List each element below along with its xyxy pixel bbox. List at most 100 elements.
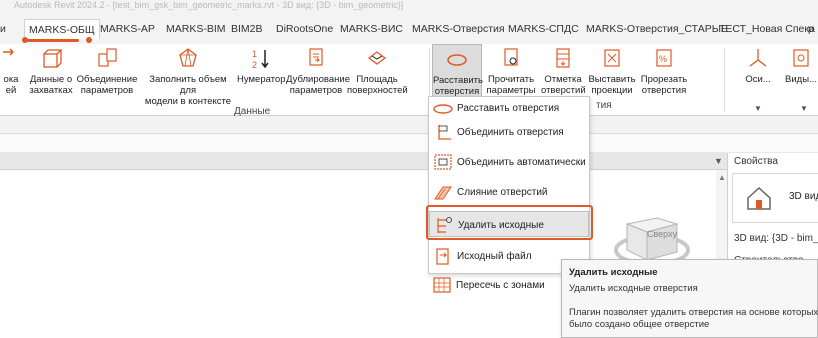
filter-icon[interactable]: ▼ bbox=[714, 156, 723, 166]
menu-item-label: Слияние отверстий bbox=[457, 187, 548, 198]
ellipse-opening-icon bbox=[447, 54, 467, 66]
ribbon-button-label: Заполнить объем для bbox=[149, 74, 227, 96]
highlight-dot-left bbox=[22, 37, 28, 43]
documents-icon bbox=[98, 48, 117, 67]
tab-diroots-one[interactable]: DiRootsOne bbox=[276, 22, 333, 36]
ribbon-button-label: Нумератор bbox=[237, 74, 286, 85]
ribbon-button-partial[interactable]: ока ей bbox=[0, 44, 22, 104]
menu-item-merge-openings[interactable]: Объединить отверстия bbox=[429, 119, 589, 145]
highlight-dot-right bbox=[86, 37, 92, 43]
panel-label-openings: тия bbox=[596, 100, 612, 111]
auto-merge-icon bbox=[434, 154, 452, 170]
properties-title: Свойства bbox=[734, 156, 778, 167]
ribbon-separator bbox=[724, 48, 725, 112]
menu-item-auto-merge[interactable]: Объединить автоматически bbox=[429, 149, 589, 175]
ribbon-button-label: захватках bbox=[29, 85, 73, 96]
ribbon-button-label: Прорезать bbox=[640, 74, 688, 85]
place-openings-menu: Расставить отверстия Объединить отверсти… bbox=[428, 96, 590, 274]
ribbon-button-label: Выставить bbox=[588, 74, 636, 85]
status-bar bbox=[0, 134, 818, 152]
surface-icon bbox=[367, 51, 387, 65]
views-button[interactable]: Виды... bbox=[784, 44, 818, 104]
ribbon-button-label: Дублирование bbox=[286, 74, 350, 85]
tab-marks-otverstiya[interactable]: MARKS-Отверстия bbox=[412, 22, 505, 36]
options-bar bbox=[0, 116, 818, 134]
menu-item-label: Исходный файл bbox=[457, 251, 532, 262]
chevron-down-icon[interactable]: ▼ bbox=[754, 104, 762, 113]
tab-marks-spds[interactable]: MARKS-СПДС bbox=[508, 22, 579, 36]
ribbon-button-label: проекции bbox=[591, 85, 633, 96]
axes-button[interactable]: Оси... bbox=[738, 44, 778, 104]
set-projections-button[interactable]: Выставить проекции bbox=[587, 44, 637, 104]
ribbon-button-label: ей bbox=[5, 85, 17, 96]
numerator-button[interactable]: 12 Нумератор bbox=[237, 44, 286, 104]
fill-volume-button[interactable]: Заполнить объем для модели в контексте bbox=[140, 44, 236, 107]
view-type-label: 3D вид bbox=[789, 191, 818, 202]
ellipse-opening-icon bbox=[433, 104, 453, 114]
surface-area-button[interactable]: Площадь поверхностей bbox=[347, 44, 408, 104]
zones-data-button[interactable]: Данные о захватках bbox=[28, 44, 74, 104]
tooltip-subtitle: Удалить исходные отверстия bbox=[569, 283, 698, 294]
ribbon-button-label: параметров bbox=[289, 85, 343, 96]
tab-test-spec[interactable]: ТЕСТ_Новая Спека bbox=[719, 22, 815, 36]
ribbon-button-label: Площадь bbox=[356, 74, 398, 85]
ribbon-button-label: параметров bbox=[80, 85, 134, 96]
cut-openings-button[interactable]: % Прорезать отверстия bbox=[640, 44, 688, 104]
place-openings-button[interactable]: Расставить отверстия bbox=[432, 44, 483, 104]
type-selector[interactable]: 3D вид bbox=[732, 173, 818, 223]
source-file-icon bbox=[436, 248, 449, 265]
tab-marks-ar[interactable]: MARKS-АР bbox=[100, 22, 155, 36]
axes-icon bbox=[749, 49, 767, 67]
duplicate-icon bbox=[309, 48, 323, 66]
read-document-icon bbox=[504, 48, 518, 66]
menu-item-label: Пересечь с зонами bbox=[456, 280, 545, 291]
projection-icon bbox=[604, 49, 620, 67]
ribbon-button-label: отверстий bbox=[541, 85, 586, 96]
gem-icon bbox=[179, 48, 197, 67]
active-tab-highlight bbox=[27, 39, 79, 42]
fusion-icon bbox=[434, 186, 452, 200]
view-name-dropdown[interactable]: 3D вид: {3D - bim_g bbox=[734, 233, 818, 244]
view-header-bar bbox=[0, 152, 818, 170]
scroll-up-icon[interactable]: ▲ bbox=[718, 173, 726, 182]
chevron-down-icon[interactable]: ▼ bbox=[800, 104, 808, 113]
ribbon-button-label: Объединение bbox=[76, 74, 138, 85]
svg-text:1: 1 bbox=[252, 49, 257, 59]
tab-marks-otverstiya-old[interactable]: MARKS-Отверстия_СТАРЫЕ bbox=[586, 22, 728, 36]
tab-marks-bim[interactable]: MARKS-BIM bbox=[166, 22, 226, 36]
menu-item-label: Объединить автоматически bbox=[457, 157, 586, 168]
ribbon-tab-bar: и MARKS-ОБЩ MARKS-АР MARKS-BIM BIM2B DiR… bbox=[0, 14, 818, 44]
ribbon-button-label: Оси... bbox=[745, 74, 771, 85]
tab-marks-vis[interactable]: MARKS-ВИС bbox=[340, 22, 403, 36]
duplicate-params-button[interactable]: Дублирование параметров bbox=[286, 44, 350, 104]
ribbon-button-label: Отметка bbox=[544, 74, 582, 85]
ribbon-button-label: ока bbox=[3, 74, 19, 85]
opening-mark-button[interactable]: Отметка отверстий bbox=[541, 44, 586, 104]
menu-item-fusion[interactable]: Слияние отверстий bbox=[429, 179, 589, 205]
ribbon-button-label: отверстия bbox=[641, 85, 687, 96]
tab-partial-left[interactable]: и bbox=[0, 22, 6, 36]
cut-icon: % bbox=[656, 49, 672, 67]
svg-text:2: 2 bbox=[252, 60, 257, 70]
ribbon-button-label: параметры bbox=[486, 85, 536, 96]
house-icon bbox=[747, 186, 771, 210]
highlight-frame bbox=[426, 205, 593, 240]
partial-tool-icon bbox=[3, 48, 14, 56]
merge-params-button[interactable]: Объединение параметров bbox=[76, 44, 138, 104]
tab-bim2b[interactable]: BIM2B bbox=[231, 22, 263, 36]
ribbon-button-label: Прочитать bbox=[487, 74, 535, 85]
tab-partial-right[interactable]: р bbox=[808, 22, 814, 36]
read-params-button[interactable]: Прочитать параметры bbox=[486, 44, 536, 104]
tooltip: Удалить исходные Удалить исходные отверс… bbox=[561, 259, 818, 338]
ribbon-button-label: Расставить bbox=[433, 75, 483, 86]
tab-marks-obsch[interactable]: MARKS-ОБЩ bbox=[24, 19, 100, 39]
ribbon-panel: ока ей Данные о захватках Объединение па… bbox=[0, 44, 818, 117]
numbering-icon: 12 bbox=[252, 49, 269, 70]
tooltip-body: Плагин позволяет удалить отверстия на ос… bbox=[569, 307, 818, 330]
menu-item-label: Расставить отверстия bbox=[457, 103, 560, 114]
ribbon-button-label: Данные о bbox=[29, 74, 73, 85]
mark-icon bbox=[556, 48, 570, 68]
tooltip-title: Удалить исходные bbox=[569, 267, 658, 278]
svg-text:%: % bbox=[659, 54, 667, 64]
views-icon bbox=[793, 49, 809, 67]
